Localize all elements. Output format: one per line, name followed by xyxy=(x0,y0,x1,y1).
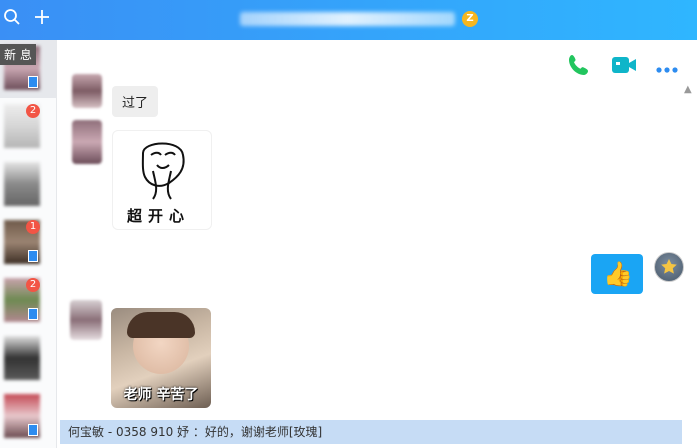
unread-badge: 2 xyxy=(26,104,40,118)
title-bar: Z xyxy=(0,0,697,40)
self-avatar xyxy=(654,252,684,282)
conversation-list: 新 息 2 1 2 xyxy=(0,40,57,448)
video-icon[interactable] xyxy=(610,53,638,77)
avatar xyxy=(4,162,40,206)
conversation-item[interactable]: 2 xyxy=(0,272,56,330)
unread-badge: 1 xyxy=(26,220,40,234)
avatar xyxy=(4,336,40,380)
conversation-item[interactable] xyxy=(0,388,56,446)
sticker-caption: 超开心 xyxy=(127,207,191,225)
plus-icon[interactable] xyxy=(30,8,54,32)
conversation-item[interactable] xyxy=(0,330,56,388)
thumbs-up-icon: 👍 xyxy=(603,260,633,288)
photo-caption: 老师 辛苦了 xyxy=(123,387,199,403)
conversation-item[interactable]: 1 xyxy=(0,214,56,272)
self-sticker-bubble[interactable]: 👍 xyxy=(591,254,643,294)
sidebar-tooltip: 新 息 xyxy=(0,44,36,65)
avatar xyxy=(70,300,102,340)
device-icon xyxy=(28,424,38,436)
conversation-item[interactable]: 2 xyxy=(0,98,56,156)
conversation-item[interactable] xyxy=(0,156,56,214)
avatar xyxy=(72,120,102,164)
device-icon xyxy=(28,250,38,262)
scroll-up-icon[interactable]: ▲ xyxy=(684,84,692,95)
avatar xyxy=(72,74,102,108)
device-icon xyxy=(28,308,38,320)
message-bubble[interactable]: 过了 xyxy=(112,86,159,117)
new-message-notification[interactable]: 何宝敏 - 0358 910 妤 ：好的，谢谢老师[玫瑰] xyxy=(60,420,682,444)
phone-icon[interactable] xyxy=(566,52,592,78)
vip-badge-icon: Z xyxy=(462,11,478,27)
meme-face-icon xyxy=(141,142,185,200)
title-blur xyxy=(240,12,455,26)
unread-badge: 2 xyxy=(26,278,40,292)
device-icon xyxy=(28,76,38,88)
sticker-message[interactable]: 超开心 xyxy=(112,130,212,230)
chat-title: Z xyxy=(240,8,490,32)
search-icon[interactable] xyxy=(0,8,24,32)
more-icon[interactable] xyxy=(655,60,679,73)
hair-icon xyxy=(127,312,195,338)
photo-message[interactable]: 老师 辛苦了 xyxy=(111,308,211,408)
